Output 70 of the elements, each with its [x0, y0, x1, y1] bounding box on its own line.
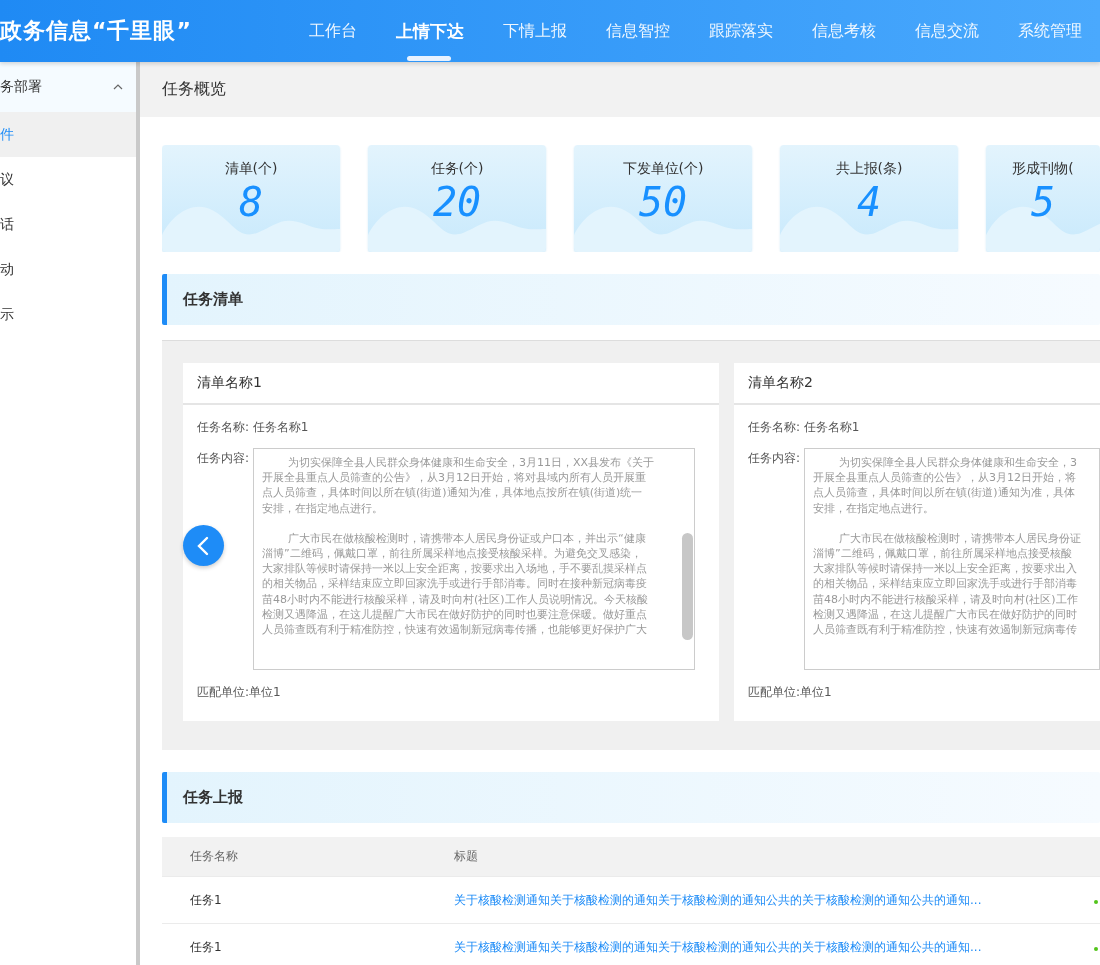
task-name: 任务名称: 任务名称1	[197, 418, 310, 436]
caret-icon	[113, 84, 123, 90]
nav-tab[interactable]: 下情上报	[482, 0, 585, 62]
column-header: 标题	[454, 848, 479, 865]
text-line: 人员筛查既有利于精准防控，快速有效遏制新冠病毒传播，也能够更好保护广大	[262, 622, 649, 638]
text-line: 淄博”二维码，佩戴口罩，前往所属采样地点接受核酸采样。为避免交叉感染，	[262, 546, 643, 562]
nav-tab[interactable]: 系统管理	[997, 0, 1100, 62]
task-name: 任务名称: 任务名称1	[748, 418, 861, 436]
text-line: 大家排队等候时请保持一米以上安全距离，按要求出入场地，手不要乱摸采样点	[262, 561, 649, 577]
text-line: 苗48小时内不能进行核酸采样，请及时向村(社区)工作人员说明情况。今天核酸	[262, 591, 649, 607]
text-line: 广大市民在做核酸检测时，请携带本人居民身份证	[838, 530, 1083, 546]
page-title: 任务概览	[162, 79, 226, 100]
text-line: 人员筛查既有利于精准防控，快速有效遏制新冠病毒传	[813, 622, 1079, 638]
content-textbox[interactable]	[804, 448, 1100, 670]
sidebar-item[interactable]: 示	[0, 292, 136, 337]
text-line: 苗48小时内不能进行核酸采样，请及时向村(社区)工作	[813, 591, 1079, 607]
nav-tab[interactable]: 信息交流	[894, 0, 997, 62]
text-line: 点人员筛查，具体时间以所在镇(街道)通知为准，具体地点按所在镇(街道)统一	[262, 485, 644, 501]
status-dot	[1094, 900, 1098, 904]
section-title: 任务清单	[183, 290, 243, 309]
text-line: 开展全县重点人员筛查的公告》，从3月12日开始，将	[813, 470, 1078, 486]
sidebar-item[interactable]: 件	[0, 112, 136, 157]
matched-unit: 匹配单位:单位1	[748, 683, 833, 701]
report-title-link[interactable]: 关于核酸检测通知关于核酸检测的通知关于核酸检测的通知公共的关于核酸检测的通知公共的通知...	[454, 891, 1094, 909]
card-title: 清单名称1	[197, 374, 262, 392]
sidebar-item[interactable]: 话	[0, 202, 136, 247]
content-label: 任务内容:	[197, 450, 250, 467]
sidebar-item[interactable]: 动	[0, 247, 136, 292]
matched-unit: 匹配单位:单位1	[197, 683, 282, 701]
report-title-link[interactable]: 关于核酸检测通知关于核酸检测的通知关于核酸检测的通知公共的关于核酸检测的通知公共的通知...	[454, 938, 1094, 956]
stat-value: 8	[238, 180, 264, 224]
nav-tab[interactable]: 信息智控	[585, 0, 688, 62]
section-title: 任务上报	[183, 788, 243, 807]
stat-label: 形成刊物(	[1012, 160, 1074, 178]
sidebar-group[interactable]: 务部署	[0, 62, 136, 112]
nav-tab[interactable]: 工作台	[288, 0, 375, 62]
card-title: 清单名称2	[748, 374, 813, 392]
table-cell-text: 任务1	[189, 891, 223, 909]
text-line: 点人员筛查，具体时间以所在镇(街道)通知为准，具体	[813, 485, 1076, 501]
text-line: 检测又遇降温，在这儿提醒广大市民在做好防护的同时	[813, 606, 1079, 623]
stat-value: 50	[638, 180, 688, 224]
text-line: 安排，在指定地点进行。	[813, 500, 936, 516]
content-label: 任务内容:	[748, 450, 801, 467]
nav-tab[interactable]: 上情下达	[375, 0, 482, 62]
text-line: 安排，在指定地点进行。	[262, 500, 385, 516]
sidebar-item[interactable]: 议	[0, 157, 136, 202]
stat-label: 任务(个)	[430, 160, 484, 178]
text-line: 为切实保障全县人民群众身体健康和生命安全，3	[838, 455, 1079, 471]
text-line: 大家排队等候时请保持一米以上安全距离，按要求出入	[813, 561, 1079, 577]
content-textbox[interactable]	[253, 448, 696, 670]
scrollbar-thumb[interactable]	[682, 533, 694, 640]
stat-value: 5	[1030, 180, 1056, 224]
stat-value: 20	[432, 180, 482, 224]
nav-tab[interactable]: 信息考核	[791, 0, 894, 62]
stat-label: 下发单位(个)	[622, 160, 704, 178]
text-line: 为切实保障全县人民群众身体健康和生命安全，3月11日，XX县发布《关于	[287, 455, 656, 471]
text-line: 的相关物品，采样结束应立即回家洗手或进行手部消毒	[813, 576, 1079, 592]
status-dot	[1094, 947, 1098, 951]
nav-tab[interactable]: 跟踪落实	[688, 0, 791, 62]
text-line: 开展全县重点人员筛查的公告》，从3月12日开始，将对县域内所有人员开展重	[262, 470, 648, 486]
text-line: 淄博”二维码，佩戴口罩，前往所属采样地点接受核酸	[813, 546, 1073, 562]
app-title: 政务信息“千里眼”	[0, 17, 193, 45]
text-line: 广大市民在做核酸检测时，请携带本人居民身份证或户口本，并出示“健康	[287, 530, 647, 546]
text-line: 的相关物品，采样结束应立即回家洗手或进行手部消毒。同时在接种新冠病毒疫	[262, 576, 649, 592]
column-header: 任务名称	[189, 848, 239, 865]
stat-label: 共上报(条)	[835, 160, 903, 178]
stat-label: 清单(个)	[224, 160, 278, 178]
text-line: 检测又遇降温，在这儿提醒广大市民在做好防护的同时也要注意保暖。做好重点	[262, 606, 649, 623]
stat-value: 4	[856, 180, 882, 224]
table-cell-text: 任务1	[189, 938, 223, 956]
